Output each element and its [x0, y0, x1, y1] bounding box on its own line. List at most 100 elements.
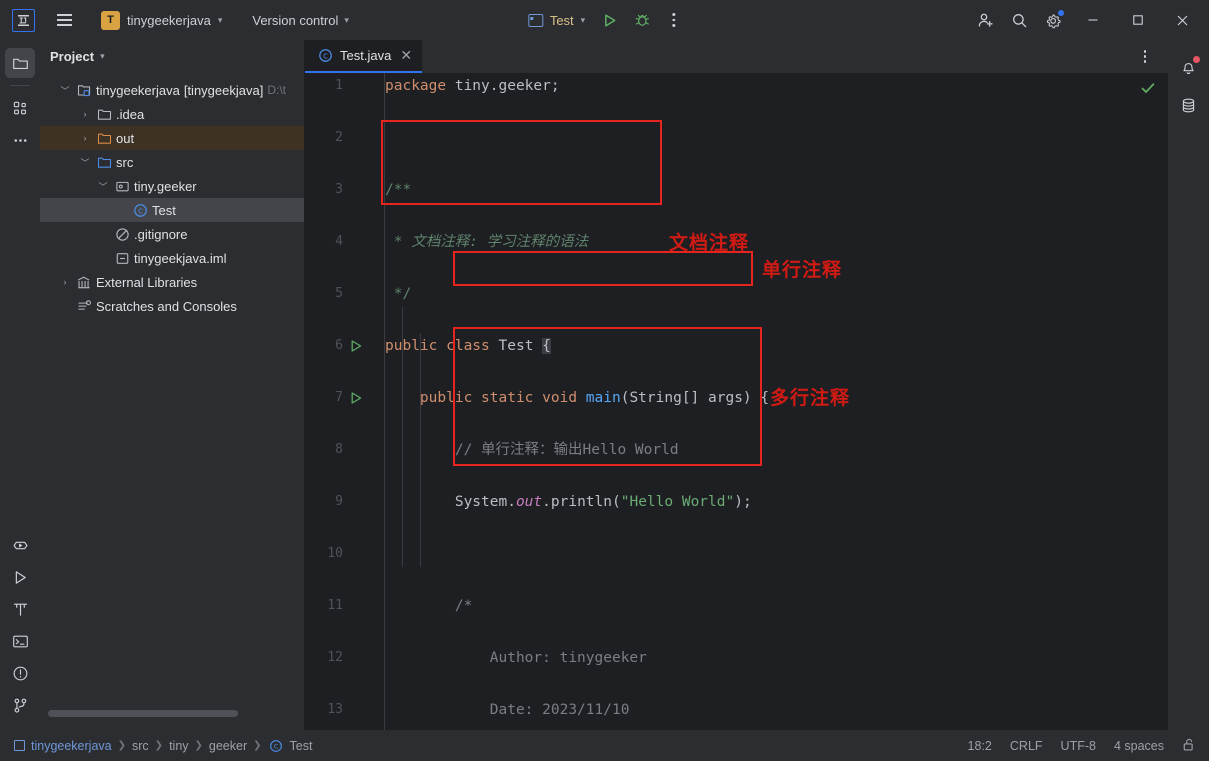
breadcrumb: tinygeekerjava ❯ src ❯ tiny ❯ geeker ❯ C… — [14, 738, 312, 754]
breadcrumb-separator: ❯ — [253, 740, 262, 751]
title-bar-right — [968, 0, 1205, 40]
run-tool-icon[interactable] — [5, 562, 35, 592]
module-icon — [76, 82, 92, 98]
strip-divider — [10, 85, 30, 86]
maximize-button[interactable] — [1115, 0, 1160, 40]
code-text-line-11: /* — [385, 598, 473, 614]
indent-widget[interactable]: 4 spaces — [1114, 739, 1164, 753]
code-text-line-13: Date: 2023/11/10 — [385, 702, 630, 718]
collapse-chevron-icon[interactable]: › — [58, 277, 72, 287]
code-line: 6 public class Test { — [305, 333, 1168, 359]
tree-row-package[interactable]: ﹀ tiny.geeker — [40, 174, 304, 198]
tree-row-external-libraries[interactable]: › External Libraries — [40, 270, 304, 294]
caret-position-widget[interactable]: 18:2 — [968, 739, 992, 753]
version-control-widget[interactable]: Version control ▾ — [246, 10, 355, 31]
run-configuration-selector[interactable]: Test ▾ — [520, 9, 593, 32]
notifications-icon[interactable] — [1174, 52, 1204, 82]
settings-button[interactable] — [1036, 5, 1070, 35]
tree-row-test-class[interactable]: C Test — [40, 198, 304, 222]
line-number: 2 — [335, 130, 343, 145]
line-number: 5 — [335, 286, 343, 301]
multi-line-comment-label: 多行注释 — [770, 387, 851, 409]
tree-row-src[interactable]: ﹀ src — [40, 150, 304, 174]
editor-options-button[interactable] — [1130, 43, 1160, 71]
git-tool-icon[interactable] — [5, 690, 35, 720]
debug-button[interactable] — [627, 6, 657, 34]
unlocked-padlock-icon[interactable] — [1182, 737, 1197, 755]
code-line: 7 public static void main(String[] args)… — [305, 385, 1168, 411]
tree-row-idea[interactable]: › .idea — [40, 102, 304, 126]
code-text-line-2 — [385, 125, 1168, 151]
problems-tool-icon[interactable] — [5, 658, 35, 688]
breadcrumb-item-src[interactable]: src — [132, 739, 149, 753]
project-panel-header[interactable]: Project ▾ — [40, 40, 304, 73]
expand-chevron-icon[interactable]: ﹀ — [96, 180, 110, 193]
more-tool-icon[interactable] — [5, 125, 35, 155]
project-panel-hscrollbar-track[interactable] — [40, 710, 304, 730]
breadcrumb-item-module[interactable]: tinygeekerjava — [31, 739, 112, 753]
tree-row-gitignore[interactable]: .gitignore — [40, 222, 304, 246]
tree-row-scratches[interactable]: Scratches and Consoles — [40, 294, 304, 318]
code-text-line-1: package tiny.geeker; — [385, 78, 560, 94]
run-class-gutter-icon[interactable] — [349, 339, 363, 356]
code-line: 5 */ — [305, 281, 1168, 307]
minimize-button[interactable] — [1070, 0, 1115, 40]
line-number: 12 — [327, 650, 343, 665]
tree-row-iml[interactable]: tinygeekjava.iml — [40, 246, 304, 270]
run-button[interactable] — [595, 6, 625, 34]
main-menu-button[interactable] — [49, 5, 79, 35]
breadcrumb-item-test[interactable]: Test — [290, 739, 313, 753]
encoding-widget[interactable]: UTF-8 — [1061, 739, 1096, 753]
services-tool-icon[interactable] — [5, 530, 35, 560]
expand-chevron-icon[interactable]: ﹀ — [58, 84, 72, 97]
code-editor[interactable]: 1 package tiny.geeker; 2 3 /** 4 * 文档注释:… — [305, 73, 1168, 730]
breadcrumb-item-geeker[interactable]: geeker — [209, 739, 247, 753]
code-lines: 1 package tiny.geeker; 2 3 /** 4 * 文档注释:… — [305, 73, 1168, 730]
project-widget[interactable]: T tinygeekerjava ▾ — [95, 8, 228, 33]
project-tree[interactable]: ﹀ tinygeekerjava [tinygeekjava] D:\t › .… — [40, 73, 304, 710]
collapse-chevron-icon[interactable]: › — [78, 133, 92, 143]
code-text-line-12: Author: tinygeeker — [385, 650, 647, 666]
line-number: 1 — [335, 78, 343, 93]
tree-label-idea: .idea — [116, 106, 145, 122]
java-class-icon: C — [268, 738, 284, 754]
build-tool-icon[interactable] — [5, 594, 35, 624]
svg-text:C: C — [323, 52, 328, 60]
code-line: 9 System.out.println("Hello World"); — [305, 489, 1168, 515]
breadcrumb-item-tiny[interactable]: tiny — [169, 739, 188, 753]
idea-window: IJ T tinygeekerjava ▾ Version control ▾ … — [0, 0, 1209, 761]
close-icon[interactable]: ✕ — [400, 47, 412, 64]
editor-tab-actions — [1130, 40, 1168, 73]
project-tool-icon[interactable] — [5, 48, 35, 78]
inspection-status-icon[interactable] — [1140, 80, 1156, 99]
run-method-gutter-icon[interactable] — [349, 391, 363, 408]
line-number: 11 — [327, 598, 343, 613]
code-line: 13 Date: 2023/11/10 — [305, 697, 1168, 723]
search-everywhere-button[interactable] — [1002, 5, 1036, 35]
folder-gray-icon — [96, 106, 112, 122]
title-bar: IJ T tinygeekerjava ▾ Version control ▾ … — [0, 0, 1209, 40]
gitignore-icon — [114, 226, 130, 242]
tree-row-out[interactable]: › out — [40, 126, 304, 150]
tab-test-java[interactable]: C Test.java ✕ — [305, 40, 423, 73]
tree-row-module[interactable]: ﹀ tinygeekerjava [tinygeekjava] D:\t — [40, 78, 304, 102]
more-run-actions-button[interactable] — [659, 6, 689, 34]
project-badge: T — [101, 10, 120, 30]
svg-text:C: C — [273, 742, 278, 750]
structure-tool-icon[interactable] — [5, 93, 35, 123]
code-line: 3 /** — [305, 177, 1168, 203]
tree-label-gitignore: .gitignore — [134, 226, 188, 242]
project-panel-hscrollbar-thumb[interactable] — [48, 710, 238, 717]
terminal-tool-icon[interactable] — [5, 626, 35, 656]
expand-chevron-icon[interactable]: ﹀ — [78, 156, 92, 169]
collapse-chevron-icon[interactable]: › — [78, 109, 92, 119]
database-icon[interactable] — [1174, 90, 1204, 120]
line-number: 13 — [327, 702, 343, 717]
close-button[interactable] — [1160, 0, 1205, 40]
line-number: 4 — [335, 234, 343, 249]
title-bar-left: IJ T tinygeekerjava ▾ Version control ▾ — [8, 5, 355, 35]
code-line: 2 — [305, 125, 1168, 151]
line-separator-widget[interactable]: CRLF — [1010, 739, 1043, 753]
add-user-button[interactable] — [968, 5, 1002, 35]
right-tool-window-bar — [1168, 40, 1209, 730]
